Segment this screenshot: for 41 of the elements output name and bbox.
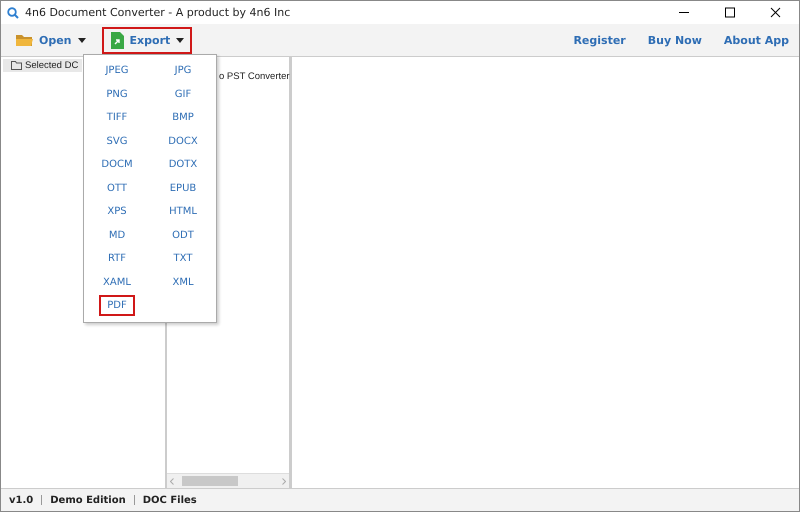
toolbar-link[interactable]: Buy Now: [648, 34, 702, 46]
menu-item[interactable]: TIFF: [98, 107, 136, 128]
menu-item[interactable]: JPG: [166, 60, 200, 82]
caret-icon: [176, 38, 184, 42]
status-text: v1.0: [9, 494, 34, 506]
caret-icon: [78, 38, 86, 42]
menu-item[interactable]: TXT: [166, 248, 200, 270]
export-button[interactable]: Export: [102, 26, 192, 54]
window-title: 4n6 Document Converter - A product by 4n6 Inc: [25, 6, 290, 19]
menu-item[interactable]: XAML: [95, 272, 139, 293]
menu-item[interactable]: PDF: [99, 295, 135, 316]
menu-item[interactable]: DOCX: [160, 130, 206, 152]
menu-item[interactable]: MD: [100, 224, 134, 246]
menu-item[interactable]: JPEG: [97, 60, 137, 82]
list-row[interactable]: o PST Converter: [219, 71, 290, 82]
menu-item[interactable]: RTF: [100, 248, 134, 270]
menu-item[interactable]: HTML: [161, 201, 205, 222]
menu-item[interactable]: SVG: [98, 130, 136, 152]
menu-item[interactable]: XML: [164, 272, 202, 293]
search-icon: [7, 6, 19, 18]
file-icon: [110, 32, 124, 48]
menu-item[interactable]: OTT: [99, 178, 135, 199]
horizontal-scrollbar[interactable]: [167, 473, 289, 488]
menu-item[interactable]: DOTX: [160, 154, 206, 176]
toolbar-link[interactable]: About App: [724, 34, 789, 46]
scroll-right-icon[interactable]: [282, 478, 286, 484]
menu-item[interactable]: EPUB: [162, 178, 204, 199]
menu-item[interactable]: BMP: [164, 107, 202, 128]
menu-item[interactable]: ODT: [164, 224, 202, 246]
menu-item[interactable]: XPS: [99, 201, 135, 222]
toolbar-link[interactable]: Register: [573, 34, 626, 46]
menu-item[interactable]: PNG: [98, 84, 136, 105]
folder-icon: [15, 33, 33, 47]
open-button[interactable]: Open: [7, 28, 94, 52]
menu-item[interactable]: DOCM: [93, 154, 141, 176]
tree-node[interactable]: Selected DC: [3, 59, 82, 72]
status-text: DOC Files: [142, 494, 197, 506]
scroll-left-icon[interactable]: [170, 478, 174, 484]
folder-icon: [11, 61, 22, 70]
status-text: Demo Edition: [50, 494, 126, 506]
menu-item[interactable]: GIF: [166, 84, 200, 105]
